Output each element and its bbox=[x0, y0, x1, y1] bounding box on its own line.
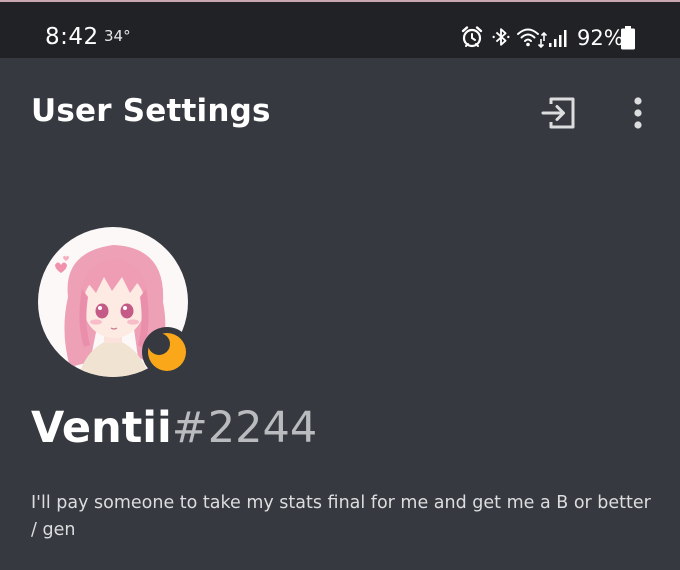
profile-bio: I'll pay someone to take my stats final … bbox=[31, 493, 651, 540]
status-time: 8:42 bbox=[45, 24, 99, 50]
username-name: Ventii bbox=[31, 403, 172, 453]
logout-button[interactable] bbox=[536, 92, 580, 134]
status-indicator bbox=[142, 327, 192, 377]
more-vertical-icon bbox=[634, 97, 642, 129]
alarm-icon bbox=[461, 26, 483, 48]
status-bar: 8:42 34° 92% bbox=[0, 0, 680, 58]
bluetooth-icon bbox=[492, 28, 510, 46]
page-title: User Settings bbox=[31, 93, 271, 129]
logout-icon bbox=[541, 97, 575, 129]
more-options-button[interactable] bbox=[624, 92, 652, 134]
username-discriminator: #2244 bbox=[171, 403, 318, 453]
battery-icon bbox=[621, 26, 635, 50]
avatar-container[interactable] bbox=[38, 227, 192, 377]
signal-icon bbox=[549, 30, 567, 47]
username: Ventii#2244 bbox=[31, 403, 317, 453]
idle-moon-icon bbox=[148, 333, 186, 371]
battery-percentage: 92% bbox=[577, 26, 624, 50]
status-temperature: 34° bbox=[104, 27, 131, 45]
wifi-icon bbox=[517, 28, 547, 49]
